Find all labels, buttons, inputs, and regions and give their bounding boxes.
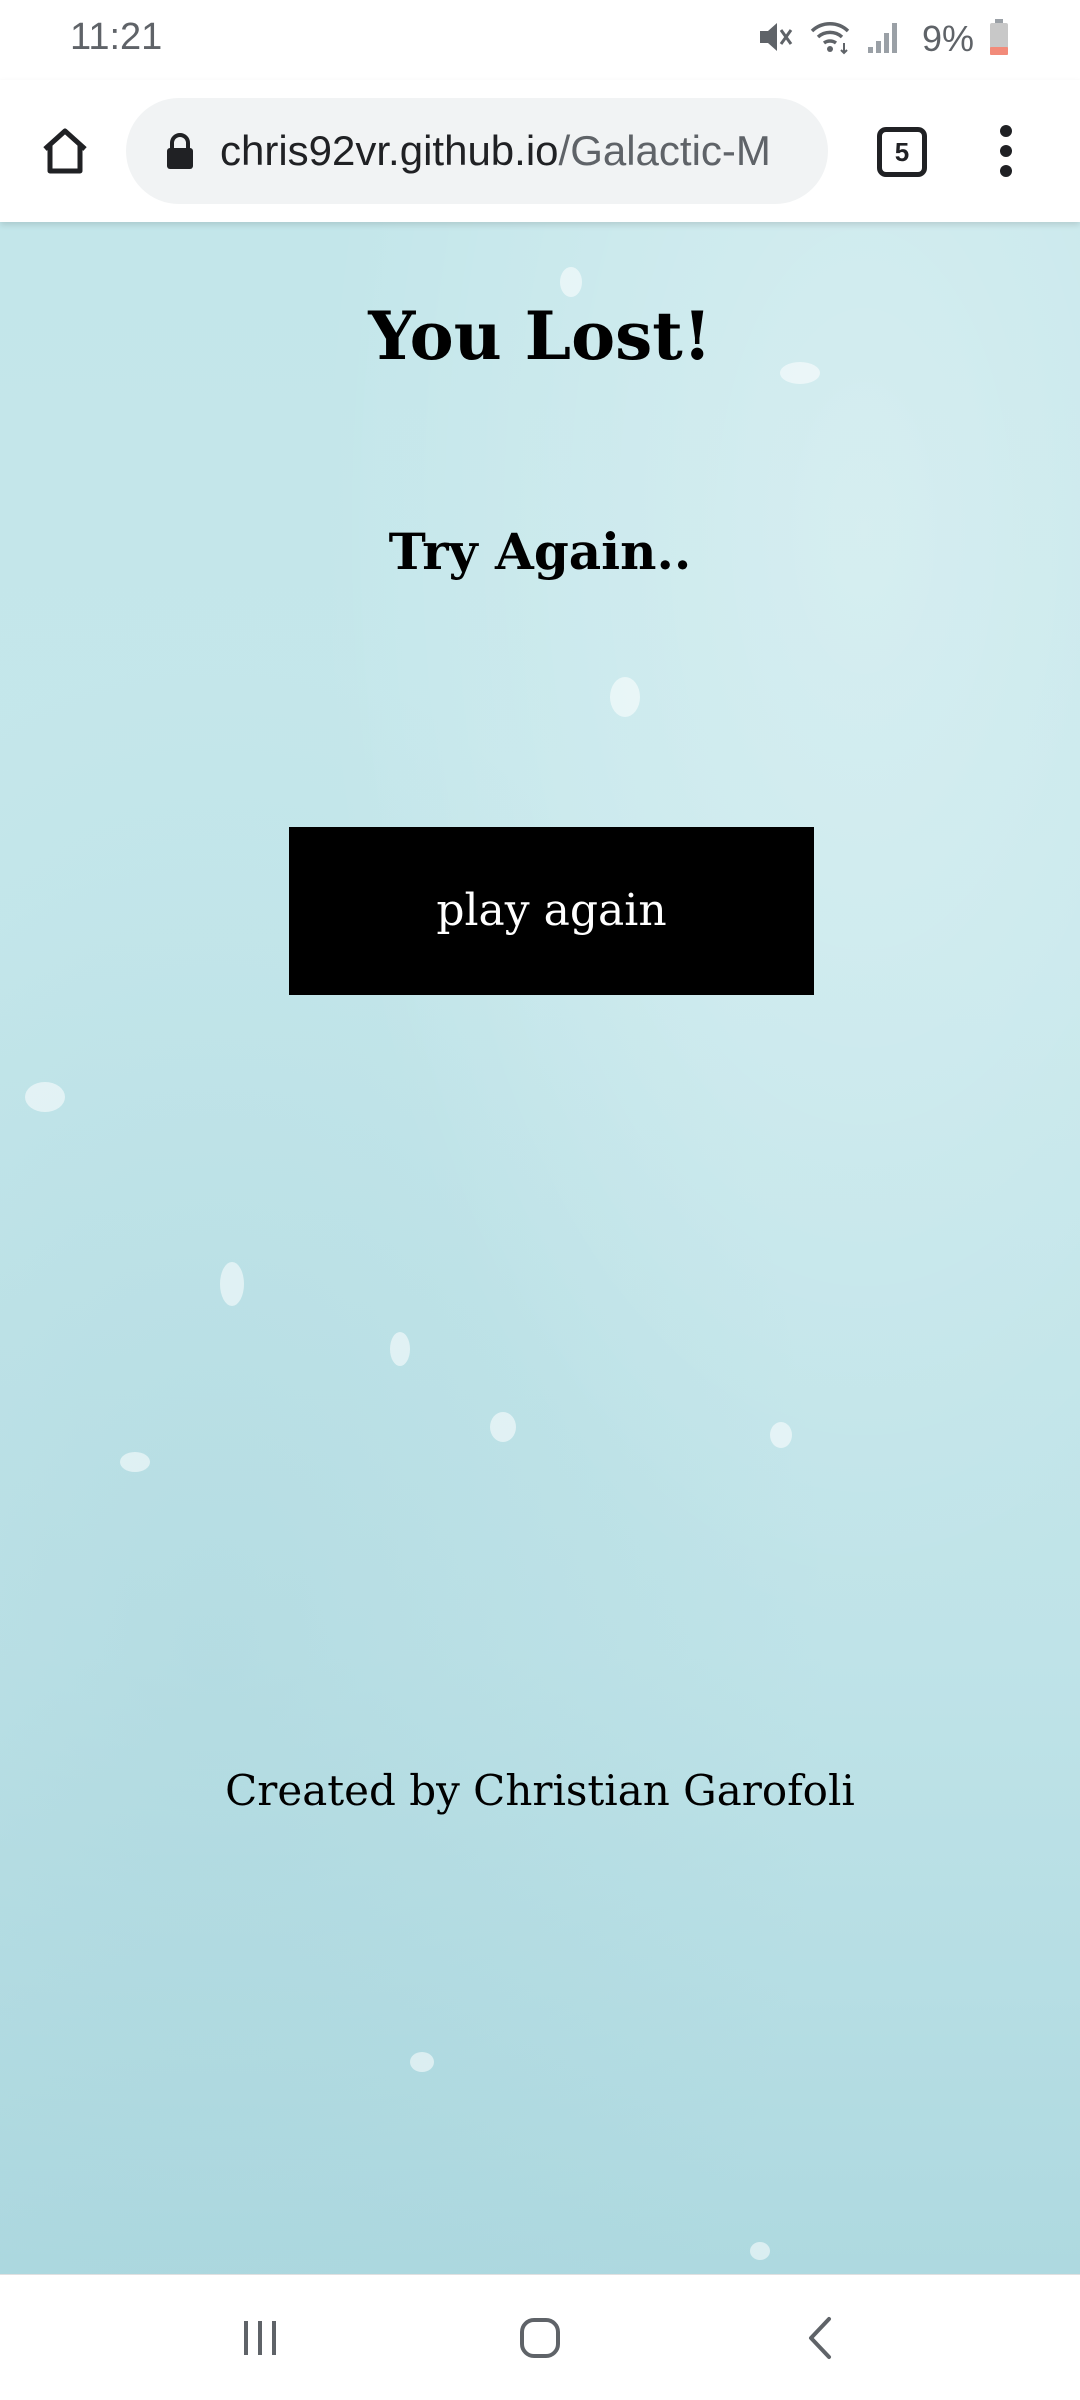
status-bar: 11:21 9%	[0, 0, 1080, 80]
url-bar[interactable]: chris92vr.github.io/Galactic-M	[126, 98, 828, 204]
background-speck	[490, 1412, 516, 1442]
url-domain: chris92vr.github.io	[220, 127, 559, 174]
tabs-count: 5	[877, 127, 927, 177]
play-again-button[interactable]: play again	[289, 827, 814, 995]
game-over-page: You Lost! Try Again.. play again Created…	[0, 222, 1080, 2274]
tabs-button[interactable]: 5	[872, 122, 930, 180]
home-button[interactable]	[30, 116, 100, 186]
status-time: 11:21	[70, 16, 163, 58]
url-text[interactable]: chris92vr.github.io/Galactic-M	[220, 98, 816, 204]
browser-toolbar: chris92vr.github.io/Galactic-M 5	[0, 80, 1080, 222]
battery-percent: 9%	[921, 18, 974, 59]
background-speck	[120, 1452, 150, 1472]
battery-icon	[988, 17, 1010, 61]
back-icon	[809, 2317, 831, 2359]
page-subtitle: Try Again..	[388, 522, 692, 581]
url-path: /Galactic-M	[558, 127, 771, 174]
more-vert-icon	[1000, 125, 1012, 177]
background-speck	[560, 267, 582, 297]
signal-icon	[866, 17, 902, 61]
menu-button[interactable]	[976, 116, 1036, 186]
wifi-icon	[808, 17, 852, 61]
status-icons: 9%	[754, 14, 1010, 64]
page-title: You Lost!	[368, 297, 712, 375]
recent-apps-button[interactable]	[220, 2303, 300, 2373]
home-nav-icon	[520, 2318, 560, 2358]
background-speck	[750, 2242, 770, 2260]
background-speck	[25, 1082, 65, 1112]
home-nav-button[interactable]	[500, 2303, 580, 2373]
credit-text: Created by Christian Garofoli	[225, 1766, 855, 1815]
recent-apps-icon	[244, 2321, 276, 2355]
background-speck	[220, 1262, 244, 1306]
home-icon	[43, 128, 87, 174]
mute-icon	[754, 17, 794, 61]
lock-icon	[167, 133, 193, 169]
background-speck	[390, 1332, 410, 1366]
back-button[interactable]	[782, 2303, 862, 2373]
navigation-bar	[0, 2274, 1080, 2400]
background-speck	[410, 2052, 434, 2072]
background-speck	[770, 1422, 792, 1448]
background-speck	[610, 677, 640, 717]
